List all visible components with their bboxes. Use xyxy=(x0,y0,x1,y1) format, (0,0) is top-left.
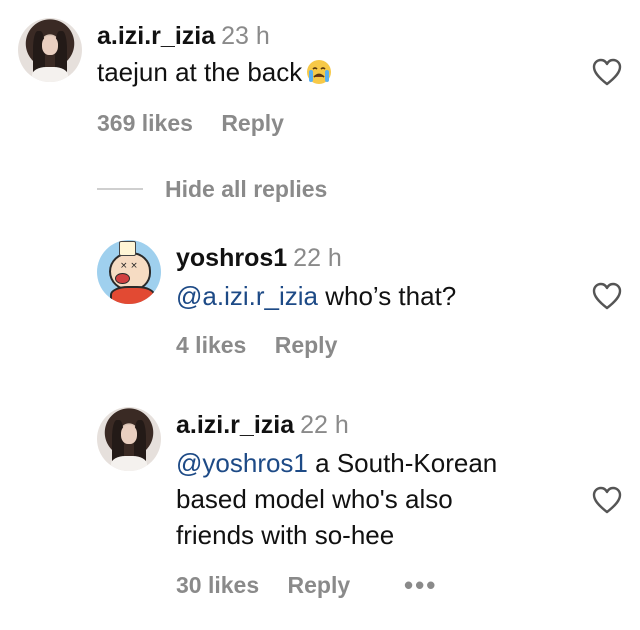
comment-body: taejun at the back xyxy=(97,57,303,87)
comment-meta: 369 likes Reply xyxy=(97,110,284,137)
reply-button[interactable]: Reply xyxy=(221,110,284,137)
comment-header: a.izi.r_izia 22 h xyxy=(176,411,349,440)
avatar[interactable] xyxy=(18,18,82,82)
comment-text-line: friends with so-hee xyxy=(176,520,395,550)
username[interactable]: a.izi.r_izia xyxy=(97,22,215,50)
reply-button[interactable]: Reply xyxy=(275,332,338,359)
hide-replies-button[interactable]: Hide all replies xyxy=(165,176,327,203)
timestamp: 22 h xyxy=(300,411,349,439)
timestamp: 23 h xyxy=(221,22,270,50)
timestamp: 22 h xyxy=(293,244,342,272)
comment-body: who’s that? xyxy=(317,281,457,311)
heart-icon[interactable] xyxy=(592,282,622,310)
likes-count[interactable]: 4 likes xyxy=(176,332,246,359)
crying-face-icon xyxy=(307,60,332,84)
likes-count[interactable]: 369 likes xyxy=(97,110,193,137)
replies-divider xyxy=(97,188,143,190)
reply-button[interactable]: Reply xyxy=(288,572,351,599)
username[interactable]: yoshros1 xyxy=(176,244,287,272)
comment-meta: 30 likes Reply xyxy=(176,572,350,599)
heart-icon[interactable] xyxy=(592,58,622,86)
heart-icon[interactable] xyxy=(592,486,622,514)
mention-link[interactable]: @yoshros1 xyxy=(176,448,308,478)
comment-text-line: based model who's also xyxy=(176,484,453,514)
comment-text: taejun at the back xyxy=(97,54,332,90)
comment-text: @yoshros1 a South-Korean xyxy=(176,445,497,481)
comment-header: a.izi.r_izia 23 h xyxy=(97,22,270,51)
comment-meta: 4 likes Reply xyxy=(176,332,337,359)
comment-text: @a.izi.r_izia who’s that? xyxy=(176,278,456,314)
username[interactable]: a.izi.r_izia xyxy=(176,411,294,439)
comment-body: a South-Korean xyxy=(307,448,498,478)
avatar[interactable] xyxy=(97,407,161,471)
avatar[interactable]: × × xyxy=(97,240,161,304)
more-options-icon[interactable]: ••• xyxy=(404,570,437,601)
comment-header: yoshros1 22 h xyxy=(176,244,342,273)
likes-count[interactable]: 30 likes xyxy=(176,572,259,599)
mention-link[interactable]: @a.izi.r_izia xyxy=(176,281,318,311)
